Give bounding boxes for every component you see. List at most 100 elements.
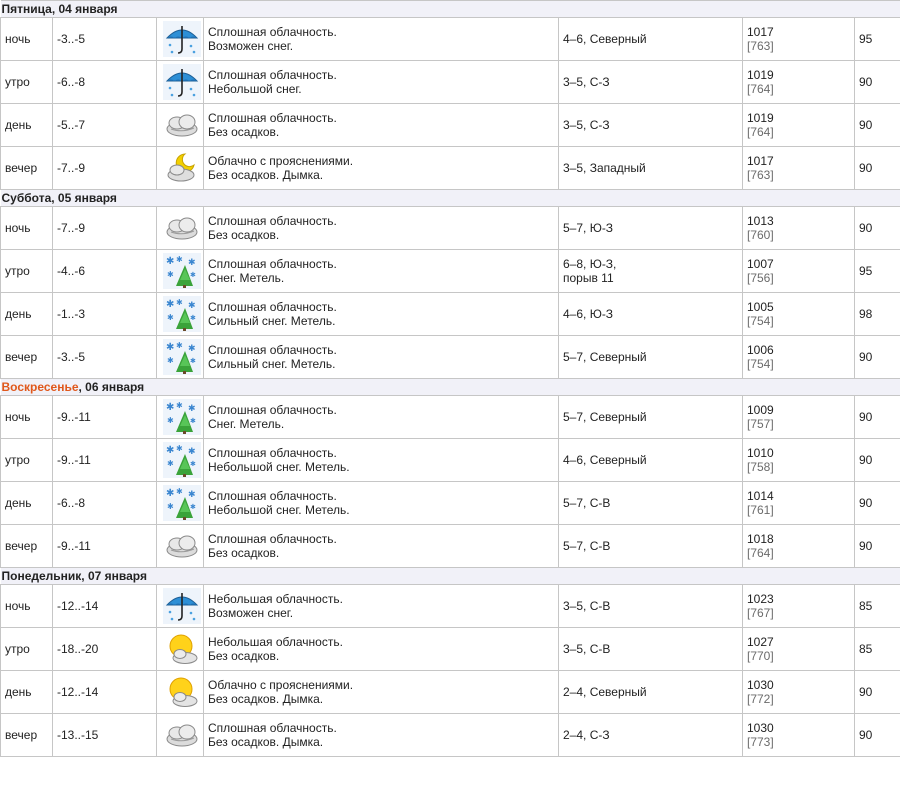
forecast-row: день -5..-7 Сплошная облачность. Без осадко… [0, 103, 900, 147]
svg-text:✱: ✱ [166, 402, 174, 413]
day-date: , 06 января [78, 380, 145, 394]
forecast-row: ночь -3..-5 Сплошная облачность. Возможен с… [0, 17, 900, 61]
temperature: -18..-20 [52, 627, 157, 671]
weather-description: Сплошная облачность. Небольшой снег. [203, 60, 559, 104]
pressure-mm: [764] [747, 82, 774, 96]
svg-text:✱: ✱ [166, 488, 174, 499]
description-line: Снег. Метель. [208, 417, 285, 431]
wind-line: 5–7, Северный [563, 410, 647, 424]
pressure-mm: [763] [747, 39, 774, 53]
day-header: Суббота, 05 января [0, 189, 900, 207]
forecast-row: ночь -9..-11 ✱ ✱ ✱ ✱ ✱ Сплошная облачность. Снег… [0, 395, 900, 439]
day-header-row: Понедельник, 07 января [0, 567, 900, 585]
weather-icon-cell [156, 103, 204, 147]
description-line: Сплошная облачность. [208, 721, 337, 735]
weather-description: Сплошная облачность. Без осадков. [203, 524, 559, 568]
humidity: 90 [853, 713, 900, 757]
pressure: 1006 [754] [742, 335, 855, 379]
humidity: 90 [853, 146, 900, 190]
wind-line: 3–5, Западный [563, 161, 646, 175]
svg-text:✱: ✱ [166, 256, 174, 267]
wind-line: 4–6, Северный [563, 32, 647, 46]
svg-text:✱: ✱ [190, 460, 196, 468]
svg-text:✱: ✱ [166, 445, 174, 456]
svg-text:✱: ✱ [166, 342, 174, 353]
pressure-hpa: 1023 [747, 592, 774, 606]
day-title: Воскресенье [1, 380, 79, 394]
weather-description: Сплошная облачность. Снег. Метель. [203, 249, 559, 293]
description-line: Сплошная облачность. [208, 25, 337, 39]
pressure-hpa: 1007 [747, 257, 774, 271]
description-line: Облачно с прояснениями. [208, 678, 354, 692]
blizzard-icon: ✱ ✱ ✱ ✱ ✱ [163, 399, 201, 435]
description-line: Сильный снег. Метель. [208, 357, 336, 371]
wind-line: 3–5, С-З [563, 118, 610, 132]
pressure-hpa: 1017 [747, 154, 774, 168]
temperature: -9..-11 [52, 524, 157, 568]
svg-text:✱: ✱ [176, 298, 183, 307]
description-line: Сплошная облачность. [208, 300, 337, 314]
weather-icon-cell [156, 670, 204, 714]
pressure-mm: [761] [747, 503, 774, 517]
forecast-row: вечер -9..-11 Сплошная облачность. Без осад… [0, 524, 900, 568]
svg-text:✱: ✱ [188, 258, 196, 268]
temperature: -6..-8 [52, 60, 157, 104]
forecast-row: ночь -12..-14 Небольшая облачность. Возможе… [0, 584, 900, 628]
temperature: -3..-5 [52, 335, 157, 379]
weather-description: Сплошная облачность. Небольшой снег. Мете… [203, 438, 559, 482]
humidity: 95 [853, 249, 900, 293]
umbrella-snow-icon [163, 588, 201, 624]
wind-line: 5–7, Северный [563, 350, 647, 364]
description-line: Сплошная облачность. [208, 489, 337, 503]
wind-line: 6–8, Ю-З, [563, 257, 617, 271]
wind-line: 2–4, С-З [563, 728, 610, 742]
pressure-hpa: 1005 [747, 300, 774, 314]
svg-text:✱: ✱ [190, 314, 196, 322]
weather-description: Сплошная облачность. Без осадков. [203, 103, 559, 147]
wind: 2–4, Северный [558, 670, 743, 714]
pressure-mm: [772] [747, 692, 774, 706]
description-line: Сплошная облачность. [208, 68, 337, 82]
weather-icon-cell [156, 713, 204, 757]
description-line: Сплошная облачность. [208, 403, 337, 417]
pressure-hpa: 1006 [747, 343, 774, 357]
wind-line: 5–7, Ю-З [563, 221, 614, 235]
pressure-hpa: 1019 [747, 68, 774, 82]
blizzard-icon: ✱ ✱ ✱ ✱ ✱ [163, 339, 201, 375]
umbrella-snow-icon [163, 21, 201, 57]
wind: 4–6, Северный [558, 438, 743, 482]
pressure-mm: [767] [747, 606, 774, 620]
wind-line: 3–5, С-З [563, 75, 610, 89]
svg-text:✱: ✱ [190, 503, 196, 511]
part-of-day: день [0, 481, 53, 525]
description-line: Сильный снег. Метель. [208, 314, 336, 328]
temperature: -9..-11 [52, 438, 157, 482]
weather-icon-cell [156, 627, 204, 671]
part-of-day: ночь [0, 395, 53, 439]
weather-icon-cell [156, 206, 204, 250]
humidity: 90 [853, 524, 900, 568]
cloud-icon [163, 107, 201, 143]
svg-text:✱: ✱ [167, 270, 174, 279]
forecast-row: день -6..-8 ✱ ✱ ✱ ✱ ✱ Сплошная облачность. Небол… [0, 481, 900, 525]
temperature: -12..-14 [52, 584, 157, 628]
description-line: Без осадков. Дымка. [208, 735, 324, 749]
weather-description: Облачно с прояснениями. Без осадков. Дымк… [203, 670, 559, 714]
weather-icon-cell [156, 60, 204, 104]
weather-icon-cell: ✱ ✱ ✱ ✱ ✱ [156, 438, 204, 482]
forecast-table: Пятница, 04 января ночь -3..-5 Сплошная обл… [0, 0, 900, 757]
wind: 5–7, Ю-З [558, 206, 743, 250]
weather-description: Облачно с прояснениями. Без осадков. Дымк… [203, 146, 559, 190]
pressure-hpa: 1017 [747, 25, 774, 39]
part-of-day: вечер [0, 524, 53, 568]
svg-text:✱: ✱ [190, 357, 196, 365]
day-header: Пятница, 04 января [0, 0, 900, 18]
pressure-hpa: 1009 [747, 403, 774, 417]
cloud-icon [163, 528, 201, 564]
description-line: Облачно с прояснениями. [208, 154, 354, 168]
humidity: 95 [853, 17, 900, 61]
svg-text:✱: ✱ [176, 401, 183, 410]
part-of-day: вечер [0, 713, 53, 757]
pressure: 1027 [770] [742, 627, 855, 671]
wind: 3–5, С-В [558, 584, 743, 628]
